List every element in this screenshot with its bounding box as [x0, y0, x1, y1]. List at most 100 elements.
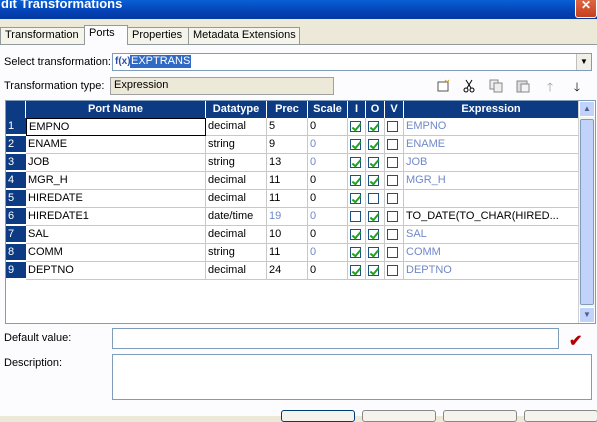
unchecked-icon[interactable]	[350, 211, 361, 222]
scale-cell[interactable]: 0	[308, 154, 348, 172]
scroll-up-icon[interactable]: ▲	[579, 101, 595, 117]
scroll-thumb[interactable]	[580, 119, 594, 305]
port-name-cell[interactable]: ENAME	[26, 136, 206, 154]
scale-cell[interactable]: 0	[308, 190, 348, 208]
col-header-port-name[interactable]: Port Name	[26, 101, 206, 118]
col-header-input[interactable]: I	[348, 101, 366, 118]
port-name-cell[interactable]: HIREDATE	[26, 190, 206, 208]
prec-cell[interactable]: 9	[267, 136, 308, 154]
unchecked-icon[interactable]	[368, 193, 379, 204]
variable-checkbox[interactable]	[385, 172, 404, 190]
expression-cell[interactable]: JOB	[404, 154, 579, 172]
apply-button[interactable]	[443, 410, 517, 422]
prec-cell[interactable]: 11	[267, 190, 308, 208]
output-checkbox[interactable]	[366, 136, 385, 154]
unchecked-icon[interactable]	[387, 211, 398, 222]
output-checkbox[interactable]	[366, 190, 385, 208]
port-name-cell[interactable]: MGR_H	[26, 172, 206, 190]
checked-icon[interactable]	[350, 175, 361, 186]
prec-cell[interactable]: 11	[267, 244, 308, 262]
input-checkbox[interactable]	[348, 262, 366, 280]
datatype-cell[interactable]: decimal	[206, 262, 267, 280]
expression-cell[interactable]: ENAME	[404, 136, 579, 154]
unchecked-icon[interactable]	[387, 121, 398, 132]
datatype-cell[interactable]: decimal	[206, 118, 267, 136]
row-number[interactable]: 8	[6, 244, 26, 261]
scale-cell[interactable]: 0	[308, 136, 348, 154]
default-value-input[interactable]	[112, 328, 559, 349]
row-number[interactable]: 9	[6, 262, 26, 279]
prec-cell[interactable]: 10	[267, 226, 308, 244]
datatype-cell[interactable]: decimal	[206, 172, 267, 190]
variable-checkbox[interactable]	[385, 190, 404, 208]
tab-ports[interactable]: Ports	[84, 25, 128, 45]
col-header-variable[interactable]: V	[385, 101, 404, 118]
ok-button[interactable]	[281, 410, 355, 422]
port-name-cell[interactable]: COMM	[26, 244, 206, 262]
input-checkbox[interactable]	[348, 172, 366, 190]
checked-icon[interactable]	[368, 139, 379, 150]
prec-cell[interactable]: 24	[267, 262, 308, 280]
scroll-down-icon[interactable]: ▼	[579, 307, 595, 323]
move-up-icon[interactable]: 🡑	[542, 79, 558, 95]
unchecked-icon[interactable]	[387, 247, 398, 258]
output-checkbox[interactable]	[366, 154, 385, 172]
col-header-output[interactable]: O	[366, 101, 385, 118]
port-name-cell[interactable]: EMPNO	[26, 118, 206, 136]
checked-icon[interactable]	[368, 229, 379, 240]
scale-cell[interactable]: 0	[308, 226, 348, 244]
variable-checkbox[interactable]	[385, 262, 404, 280]
row-number[interactable]: 6	[6, 208, 26, 225]
prec-cell[interactable]: 5	[267, 118, 308, 136]
row-number[interactable]: 2	[6, 136, 26, 153]
output-checkbox[interactable]	[366, 208, 385, 226]
variable-checkbox[interactable]	[385, 154, 404, 172]
unchecked-icon[interactable]	[387, 157, 398, 168]
checked-icon[interactable]	[350, 229, 361, 240]
paste-icon[interactable]	[515, 79, 531, 95]
new-port-icon[interactable]	[435, 79, 451, 95]
output-checkbox[interactable]	[366, 244, 385, 262]
unchecked-icon[interactable]	[387, 193, 398, 204]
scale-cell[interactable]: 0	[308, 118, 348, 136]
variable-checkbox[interactable]	[385, 118, 404, 136]
input-checkbox[interactable]	[348, 154, 366, 172]
port-name-cell[interactable]: DEPTNO	[26, 262, 206, 280]
port-name-cell[interactable]: HIREDATE1	[26, 208, 206, 226]
scale-cell[interactable]: 0	[308, 172, 348, 190]
datatype-cell[interactable]: decimal	[206, 190, 267, 208]
expression-cell[interactable]	[404, 190, 579, 208]
checked-icon[interactable]	[368, 175, 379, 186]
unchecked-icon[interactable]	[387, 175, 398, 186]
datatype-cell[interactable]: string	[206, 136, 267, 154]
expression-cell[interactable]: MGR_H	[404, 172, 579, 190]
variable-checkbox[interactable]	[385, 208, 404, 226]
col-header-expression[interactable]: Expression	[404, 101, 579, 118]
tab-properties[interactable]: Properties	[127, 27, 190, 44]
datatype-cell[interactable]: decimal	[206, 226, 267, 244]
expression-cell[interactable]: COMM	[404, 244, 579, 262]
input-checkbox[interactable]	[348, 190, 366, 208]
checked-icon[interactable]	[350, 265, 361, 276]
row-number[interactable]: 4	[6, 172, 26, 189]
expression-cell[interactable]: SAL	[404, 226, 579, 244]
grid-vertical-scrollbar[interactable]: ▲ ▼	[578, 101, 595, 323]
variable-checkbox[interactable]	[385, 136, 404, 154]
row-number[interactable]: 3	[6, 154, 26, 171]
col-header-datatype[interactable]: Datatype	[206, 101, 267, 118]
copy-icon[interactable]	[488, 79, 504, 95]
tab-metadata-extensions[interactable]: Metadata Extensions	[188, 27, 300, 44]
tab-transformation[interactable]: Transformation	[0, 27, 86, 44]
close-button[interactable]: ✕	[575, 0, 597, 18]
checked-icon[interactable]	[368, 121, 379, 132]
input-checkbox[interactable]	[348, 226, 366, 244]
cut-icon[interactable]	[461, 79, 477, 95]
expression-cell[interactable]: DEPTNO	[404, 262, 579, 280]
checked-icon[interactable]	[368, 247, 379, 258]
unchecked-icon[interactable]	[387, 229, 398, 240]
expression-cell[interactable]: TO_DATE(TO_CHAR(HIRED...	[404, 208, 579, 226]
input-checkbox[interactable]	[348, 118, 366, 136]
output-checkbox[interactable]	[366, 172, 385, 190]
output-checkbox[interactable]	[366, 262, 385, 280]
checked-icon[interactable]	[350, 193, 361, 204]
